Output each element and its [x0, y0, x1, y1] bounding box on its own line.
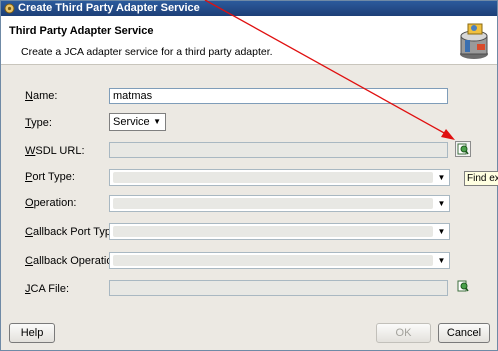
port-type-select[interactable]: ▼	[109, 169, 450, 186]
banner-description: Create a JCA adapter service for a third…	[21, 46, 273, 58]
chevron-down-icon: ▼	[437, 173, 446, 182]
type-label: Type:	[25, 117, 52, 129]
adapter-form: Name: matmas Type: Service ▼ WSDL URL: P…	[1, 65, 497, 317]
callback-operation-select-value	[113, 255, 433, 266]
help-button[interactable]: Help	[9, 323, 55, 343]
dialog-window: Create Third Party Adapter Service Third…	[0, 0, 498, 351]
app-gear-icon	[4, 3, 15, 14]
window-title: Create Third Party Adapter Service	[18, 2, 200, 14]
find-wsdl-button[interactable]	[455, 141, 471, 157]
name-input[interactable]: matmas	[109, 88, 448, 104]
callback-operation-select[interactable]: ▼	[109, 252, 450, 269]
port-type-select-value	[113, 172, 433, 183]
callback-port-type-select-value	[113, 226, 433, 237]
type-select-value: Service	[113, 116, 150, 128]
operation-select[interactable]: ▼	[109, 195, 450, 212]
chevron-down-icon: ▼	[437, 199, 446, 208]
callback-operation-label: Callback Operation:	[25, 255, 122, 267]
type-select[interactable]: Service ▼	[109, 113, 166, 131]
find-jca-button[interactable]	[455, 278, 471, 294]
callback-port-type-label: Callback Port Type:	[25, 226, 121, 238]
dialog-footer: Help OK Cancel	[1, 317, 497, 350]
wizard-banner: Third Party Adapter Service Create a JCA…	[1, 16, 497, 65]
callback-port-type-select[interactable]: ▼	[109, 223, 450, 240]
find-jca-icon	[457, 280, 469, 292]
chevron-down-icon: ▼	[153, 117, 161, 126]
title-bar[interactable]: Create Third Party Adapter Service	[1, 1, 497, 16]
jca-file-label: JCA File:	[25, 283, 70, 295]
cancel-button[interactable]: Cancel	[438, 323, 490, 343]
operation-label: Operation:	[25, 197, 77, 209]
ok-button[interactable]: OK	[376, 323, 431, 343]
port-type-label: Port Type:	[25, 171, 75, 183]
banner-title: Third Party Adapter Service	[9, 25, 154, 37]
wsdl-url-label: WSDL URL:	[25, 145, 85, 157]
adapter-wizard-icon	[460, 23, 488, 59]
operation-select-value	[113, 198, 433, 209]
chevron-down-icon: ▼	[437, 256, 446, 265]
find-wsdl-tooltip: Find ex	[464, 171, 498, 186]
chevron-down-icon: ▼	[437, 227, 446, 236]
wsdl-url-input[interactable]	[109, 142, 448, 158]
jca-file-input[interactable]	[109, 280, 448, 296]
name-label: Name:	[25, 90, 58, 102]
find-wsdl-icon	[457, 143, 469, 155]
